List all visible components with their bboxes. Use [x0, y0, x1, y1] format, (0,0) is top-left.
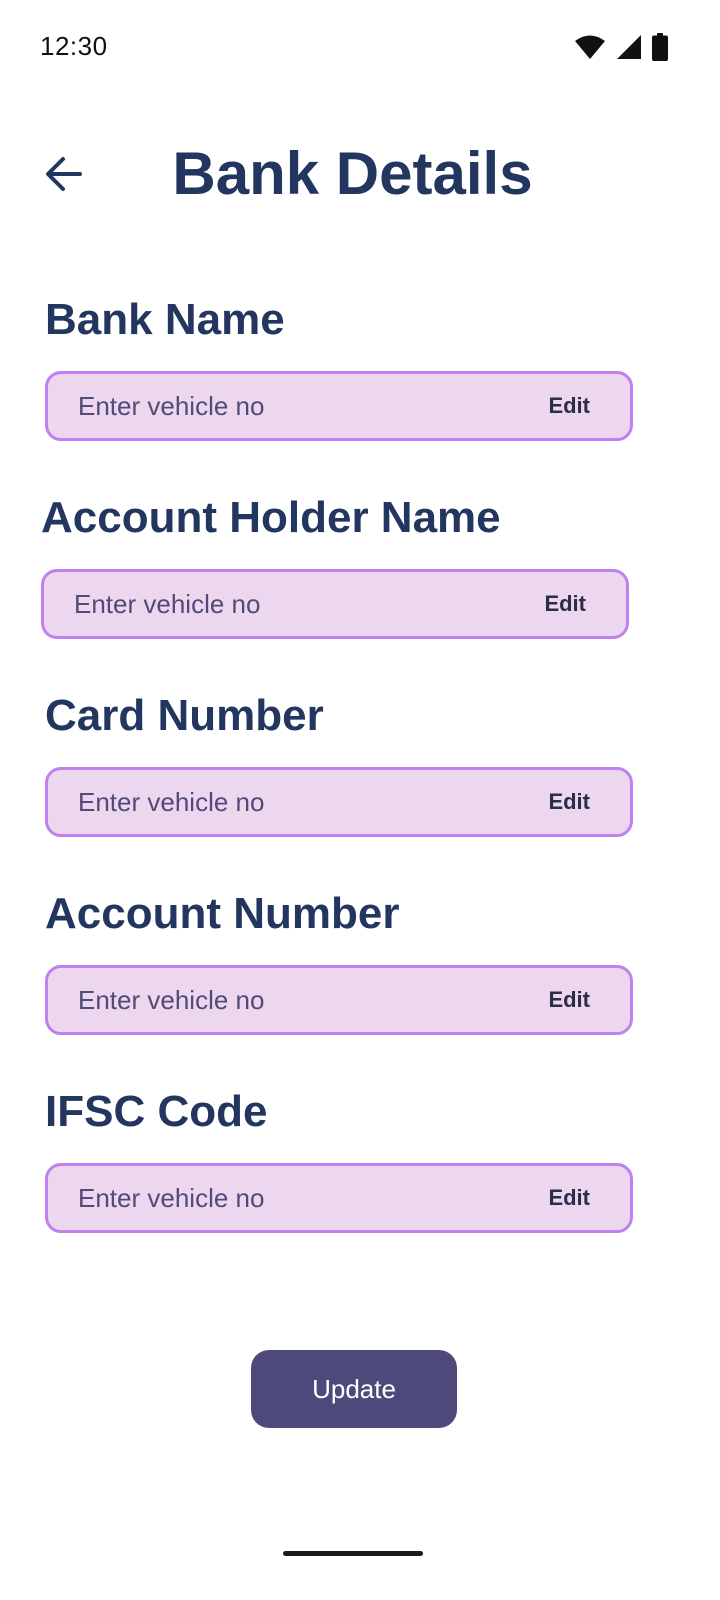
bank-name-input[interactable]	[78, 390, 498, 422]
status-icons	[574, 33, 668, 61]
status-bar: 12:30	[0, 0, 720, 96]
home-indicator[interactable]	[283, 1551, 423, 1556]
account-holder-name-input[interactable]	[74, 588, 494, 620]
card-number-input[interactable]	[78, 786, 498, 818]
bank-name-edit-button[interactable]: Edit	[548, 393, 590, 419]
account-number-input[interactable]	[78, 984, 498, 1016]
update-button[interactable]: Update	[251, 1350, 457, 1428]
bank-name-label: Bank Name	[45, 295, 285, 344]
page-title: Bank Details	[172, 140, 533, 207]
card-number-edit-button[interactable]: Edit	[548, 789, 590, 815]
account-holder-name-field: Edit	[41, 569, 629, 639]
ifsc-code-label: IFSC Code	[45, 1087, 268, 1136]
account-number-edit-button[interactable]: Edit	[548, 987, 590, 1013]
battery-icon	[652, 33, 668, 61]
card-number-field: Edit	[45, 767, 633, 837]
ifsc-code-input[interactable]	[78, 1182, 498, 1214]
status-time: 12:30	[40, 31, 108, 61]
account-number-field: Edit	[45, 965, 633, 1035]
signal-icon	[616, 34, 642, 60]
account-holder-name-edit-button[interactable]: Edit	[544, 591, 586, 617]
wifi-icon	[574, 34, 606, 60]
ifsc-code-field: Edit	[45, 1163, 633, 1233]
ifsc-code-edit-button[interactable]: Edit	[548, 1185, 590, 1211]
account-number-label: Account Number	[45, 889, 400, 938]
account-holder-name-label: Account Holder Name	[41, 493, 501, 542]
card-number-label: Card Number	[45, 691, 324, 740]
bank-name-field: Edit	[45, 371, 633, 441]
